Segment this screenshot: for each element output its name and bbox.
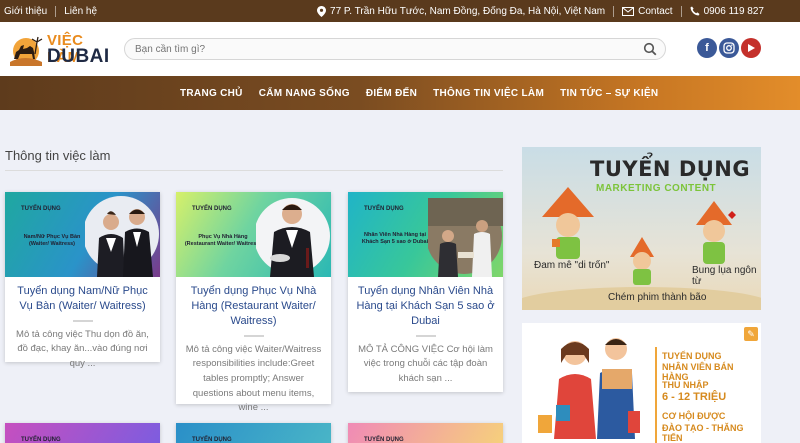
- nav-item-job-info[interactable]: THÔNG TIN VIỆC LÀM: [433, 88, 544, 99]
- phone-icon: [690, 6, 700, 16]
- title-divider: [243, 334, 264, 337]
- logo-line-2: DUBAI: [47, 46, 110, 67]
- divider: [613, 5, 615, 17]
- sales-line-6: ĐÀO TẠO - THĂNG TIẾN: [662, 423, 744, 443]
- thumb-subtitle: Phục Vụ Nhà Hàng (Restaurant Waiter/ Wai…: [184, 234, 262, 248]
- main-nav: TRANG CHỦ CẨM NANG SỐNG ĐIỂM ĐẾN THÔNG T…: [0, 76, 800, 110]
- sales-recruit-banner[interactable]: TUYỂN DỤNG NHÂN VIÊN BÁN HÀNG THU NHẬP 6…: [522, 323, 761, 443]
- job-card[interactable]: TUYỂN DỤNG: [176, 423, 331, 443]
- job-card[interactable]: TUYỂN DỤNG Nam/Nữ Phục Vụ Bàn (Waiter/ W…: [5, 192, 160, 369]
- nav-item-living-guide[interactable]: CẨM NANG SỐNG: [259, 88, 350, 99]
- site-header: VIỆC LÀM DUBAI f: [0, 22, 800, 76]
- address-item[interactable]: 77 P. Trần Hữu Tước, Nam Đồng, Đống Đa, …: [317, 5, 606, 17]
- youtube-icon[interactable]: [741, 38, 761, 58]
- title-divider: [415, 334, 436, 337]
- thumb-tag: TUYỂN DỤNG: [192, 437, 232, 443]
- thumb-tag: TUYỂN DỤNG: [364, 437, 404, 443]
- job-card[interactable]: TUYỂN DỤNG: [348, 423, 503, 443]
- edit-corner-icon[interactable]: ✎: [744, 327, 758, 341]
- job-card[interactable]: TUYỂN DỤNG: [5, 423, 160, 443]
- contact-link[interactable]: Liên hệ: [64, 6, 97, 17]
- about-link[interactable]: Giới thiệu: [4, 6, 47, 17]
- location-pin-icon: [317, 5, 327, 17]
- sales-line-5: CƠ HỘI ĐƯỢC: [662, 411, 726, 421]
- caption-3: Chém phim thành bão: [608, 292, 707, 303]
- accent-bar: [655, 347, 657, 443]
- thumb-tag: TUYỂN DỤNG: [192, 206, 232, 212]
- waiter-photo: [256, 198, 330, 277]
- shoppers-illustration: [538, 338, 640, 439]
- job-title[interactable]: Tuyển dụng Nam/Nữ Phục Vụ Bàn (Waiter/ W…: [5, 277, 160, 314]
- divider: [680, 5, 682, 17]
- job-card[interactable]: TUYỂN DỤNG Nhân Viên Nhà Hàng tại Khách …: [348, 192, 503, 392]
- thumb-subtitle: Nhân Viên Nhà Hàng tại Khách Sạn 5 sao ở…: [361, 232, 429, 246]
- sales-line-1: TUYỂN DỤNG: [662, 351, 722, 361]
- caption-1: Đam mê "di trốn": [534, 260, 610, 271]
- job-thumbnail[interactable]: TUYỂN DỤNG: [176, 423, 331, 443]
- thumb-tag: TUYỂN DỤNG: [21, 206, 61, 212]
- facebook-icon[interactable]: f: [697, 38, 717, 58]
- camel-sunset-logo-icon: [10, 36, 43, 66]
- mail-icon: [622, 6, 635, 16]
- phone-text: 0906 119 827: [703, 5, 764, 17]
- job-title[interactable]: Tuyển dụng Nhân Viên Nhà Hàng tại Khách …: [348, 277, 503, 329]
- marketing-recruit-banner[interactable]: TUYỂN DỤNG MARKETING CONTENT Đam mê "di …: [522, 147, 761, 310]
- divider: [55, 5, 57, 17]
- thumb-tag: TUYỂN DỤNG: [21, 437, 61, 443]
- top-bar: Giới thiệu Liên hệ 77 P. Trần Hữu Tước, …: [0, 0, 800, 22]
- job-thumbnail[interactable]: TUYỂN DỤNG Phục Vụ Nhà Hàng (Restaurant …: [176, 192, 331, 277]
- job-thumbnail[interactable]: TUYỂN DỤNG: [5, 423, 160, 443]
- contact-text: Contact: [638, 5, 673, 17]
- job-excerpt: Mô tả công việc Waiter/Waitress responsi…: [185, 343, 322, 414]
- job-excerpt: MÔ TẢ CÔNG VIỆC Cơ hội làm việc trong ch…: [358, 343, 493, 384]
- search-icon[interactable]: [643, 42, 657, 56]
- site-logo[interactable]: VIỆC LÀM DUBAI: [6, 32, 109, 68]
- job-thumbnail[interactable]: TUYỂN DỤNG Nhân Viên Nhà Hàng tại Khách …: [348, 192, 503, 277]
- sales-line-2: NHÂN VIÊN BÁN HÀNG: [662, 362, 734, 382]
- nav-item-home[interactable]: TRANG CHỦ: [180, 88, 243, 99]
- sales-line-3: THU NHẬP: [662, 380, 709, 390]
- search-box[interactable]: [124, 38, 666, 60]
- job-thumbnail[interactable]: TUYỂN DỤNG: [348, 423, 503, 443]
- nav-item-news-events[interactable]: TIN TỨC – SỰ KIỆN: [560, 88, 658, 99]
- phone-item[interactable]: 0906 119 827: [690, 6, 764, 17]
- section-title: Thông tin việc làm: [5, 148, 111, 163]
- sales-line-4: 6 - 12 TRIỆU: [662, 391, 727, 403]
- title-divider: [72, 319, 93, 322]
- thumb-tag: TUYỂN DỤNG: [364, 206, 404, 212]
- caption-2: Bung lụa ngôn từ: [692, 265, 757, 287]
- waiters-photo: [85, 196, 159, 277]
- contact-item[interactable]: Contact: [622, 5, 673, 17]
- job-thumbnail[interactable]: TUYỂN DỤNG Nam/Nữ Phục Vụ Bàn (Waiter/ W…: [5, 192, 160, 277]
- job-excerpt: Mô tả công việc Thu dọn đồ ăn, đồ đạc, k…: [16, 328, 149, 370]
- search-input[interactable]: [125, 39, 625, 60]
- job-card[interactable]: TUYỂN DỤNG Phục Vụ Nhà Hàng (Restaurant …: [176, 192, 331, 413]
- instagram-icon[interactable]: [719, 38, 739, 58]
- restaurant-photo: [428, 198, 503, 277]
- thumb-subtitle: Nam/Nữ Phục Vụ Bàn (Waiter/ Waitress): [23, 234, 81, 248]
- job-title[interactable]: Tuyển dụng Phục Vụ Nhà Hàng (Restaurant …: [176, 277, 331, 329]
- address-text: 77 P. Trần Hữu Tước, Nam Đồng, Đống Đa, …: [330, 5, 606, 17]
- nav-item-destinations[interactable]: ĐIỂM ĐẾN: [366, 88, 417, 99]
- section-divider: [5, 170, 503, 171]
